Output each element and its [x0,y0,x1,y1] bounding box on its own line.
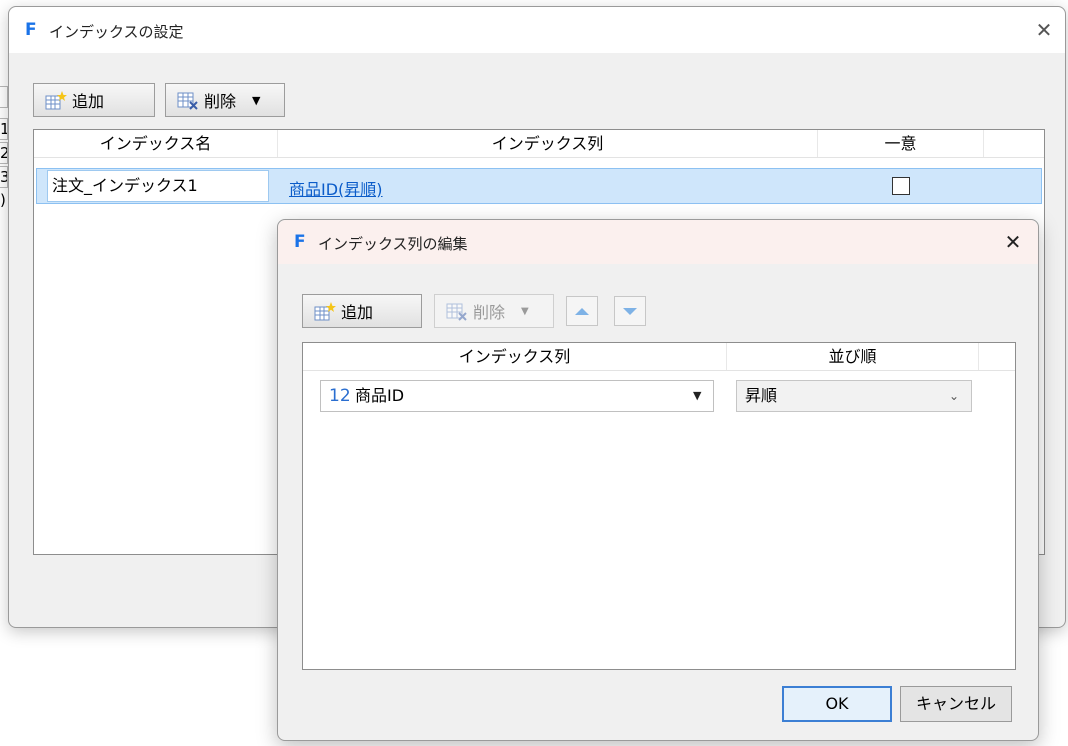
index-columns-link[interactable]: 商品ID(昇順) [289,176,383,200]
column-select-value: 商品ID [355,386,405,405]
close-icon: ✕ [1004,230,1022,254]
column-header-filler [979,343,1015,370]
column-header-index-columns[interactable]: インデックス列 [278,130,818,157]
dialog-title: インデックス列の編集 [318,235,468,253]
table-row[interactable]: 注文_インデックス1 商品ID(昇順) [36,168,1042,204]
grid-header: インデックス列 並び順 [303,343,1015,371]
index-columns-grid: インデックス列 並び順 12 商品ID ▼ 昇順 ⌄ [302,342,1016,670]
dialog-title: インデックスの設定 [49,23,184,41]
dropdown-arrow-icon: ▼ [693,389,702,402]
add-table-icon [44,91,67,110]
move-down-button[interactable] [614,296,646,326]
cancel-button[interactable]: キャンセル [900,686,1012,722]
move-up-button[interactable] [566,296,598,326]
dropdown-arrow-icon[interactable]: ▼ [252,94,260,107]
bg-row-number: 2 [0,142,8,164]
column-select[interactable]: 12 商品ID ▼ [320,380,714,412]
add-button-label: 追加 [341,303,374,322]
sort-order-select[interactable]: 昇順 ⌄ [736,380,972,412]
add-table-icon [313,302,336,321]
app-logo-icon: F [25,20,37,40]
dialog-titlebar: F インデックス列の編集 ✕ [278,220,1038,264]
dropdown-arrow-icon[interactable]: ▼ [521,306,529,317]
add-column-button[interactable]: 追加 [302,294,422,328]
delete-table-icon [176,91,198,110]
column-header-sort-order[interactable]: 並び順 [727,343,979,370]
app-logo-icon: F [294,232,306,252]
ok-button[interactable]: OK [782,686,892,722]
grid-header: インデックス名 インデックス列 一意 [34,130,1044,158]
column-header-unique[interactable]: 一意 [818,130,984,157]
close-button[interactable]: ✕ [1029,15,1059,45]
triangle-up-icon [575,308,589,315]
delete-index-button[interactable]: 削除 ▼ [165,83,285,117]
index-name-field[interactable]: 注文_インデックス1 [47,170,269,202]
close-icon: ✕ [1035,18,1053,42]
delete-table-icon [445,302,467,321]
chevron-down-icon: ⌄ [949,389,960,403]
dialog-titlebar: F インデックスの設定 ✕ [9,7,1065,53]
delete-column-button[interactable]: 削除 ▼ [434,294,554,328]
column-header-index-name[interactable]: インデックス名 [34,130,278,157]
close-button[interactable]: ✕ [998,227,1028,257]
bg-cell [0,86,8,108]
bg-row-number: 1 [0,118,8,140]
numeric-type-icon: 12 [329,386,351,406]
column-header-filler [984,130,1044,157]
column-header-index-column[interactable]: インデックス列 [303,343,727,370]
triangle-down-icon [623,308,637,315]
sort-order-value: 昇順 [745,386,778,405]
edit-index-columns-dialog: F インデックス列の編集 ✕ 追加 削除 ▼ インデックス列 並び順 12 商品… [277,219,1039,741]
add-button-label: 追加 [72,92,105,111]
bg-row-number: 3 [0,166,8,188]
unique-checkbox[interactable] [892,177,910,195]
add-index-button[interactable]: 追加 [33,83,155,117]
delete-button-label: 削除 [204,92,237,111]
bg-row-number: ) [0,190,8,212]
delete-button-label: 削除 [473,303,506,322]
